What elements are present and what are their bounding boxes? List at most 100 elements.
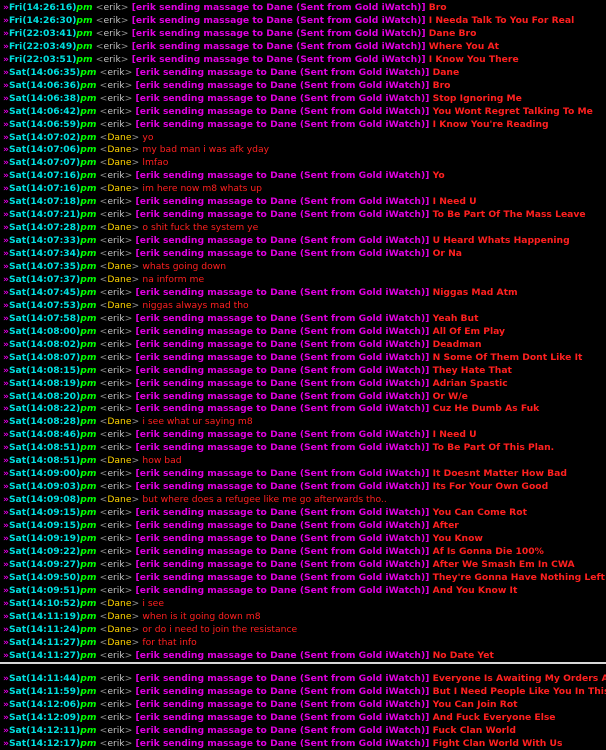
message-text: Fight Clan World With Us xyxy=(432,737,563,749)
timestamp: (14:12:09) xyxy=(26,711,81,723)
pm-marker: pm xyxy=(80,79,97,91)
sender-name: erik xyxy=(107,685,125,697)
bracket-close: > xyxy=(124,584,133,596)
timestamp: (14:08:46) xyxy=(26,429,81,441)
bracket-close: > xyxy=(131,610,140,622)
day-label: Sat xyxy=(8,558,27,570)
day-label: Sat xyxy=(8,649,27,661)
message-text: na inform me xyxy=(142,273,205,285)
timestamp: (14:07:45) xyxy=(26,286,81,298)
day-label: Sat xyxy=(8,698,27,710)
relay-tag: [erik sending massage to Dane (Sent from… xyxy=(135,532,430,544)
relay-tag: [erik sending massage to Dane (Sent from… xyxy=(131,53,426,65)
timestamp: (14:07:37) xyxy=(26,273,81,285)
timestamp: (22:03:51) xyxy=(22,53,77,65)
relay-tag: [erik sending massage to Dane (Sent from… xyxy=(135,571,430,583)
sender-name: erik xyxy=(107,711,125,723)
timestamp: (14:09:51) xyxy=(26,584,81,596)
bracket-close: > xyxy=(131,261,140,272)
pm-marker: pm xyxy=(80,584,97,596)
sender-name: erik xyxy=(107,325,125,337)
pm-marker: pm xyxy=(80,364,97,376)
timestamp: (14:07:16) xyxy=(26,183,81,195)
chat-line: »Sat(14:07:06)pm <Dane> my bad man i was… xyxy=(3,143,269,156)
timestamp: (14:08:51) xyxy=(26,442,81,454)
relay-tag: [erik sending massage to Dane (Sent from… xyxy=(135,558,430,570)
timestamp: (14:06:59) xyxy=(26,118,81,130)
sender-name: Dane xyxy=(107,623,132,635)
message-text: Dane xyxy=(432,66,460,78)
sender-name: Dane xyxy=(107,144,132,156)
relay-tag: [erik sending massage to Dane (Sent from… xyxy=(135,286,430,298)
timestamp: (14:07:18) xyxy=(26,196,81,208)
chat-line: »Sat(14:08:19)pm <erik> [erik sending ma… xyxy=(3,377,508,390)
day-label: Sat xyxy=(8,685,27,697)
timestamp: (14:09:15) xyxy=(26,507,81,519)
message-text: Dane Bro xyxy=(428,27,477,39)
sender-name: erik xyxy=(107,235,125,247)
message-text: You Know xyxy=(432,532,483,544)
chat-line: »Sat(14:11:59)pm <erik> [erik sending ma… xyxy=(3,685,606,698)
sender-name: Dane xyxy=(107,636,132,648)
message-text: But I Need People Like You In This xyxy=(432,685,606,697)
chat-line: »Sat(14:07:58)pm <erik> [erik sending ma… xyxy=(3,312,479,325)
timestamp: (14:07:58) xyxy=(26,312,81,324)
sender-name: erik xyxy=(107,545,125,557)
day-label: Sat xyxy=(8,468,27,480)
pm-marker: pm xyxy=(80,737,97,749)
bracket-close: > xyxy=(124,673,133,684)
chat-line: »Sat(14:08:28)pm <Dane> i see what ur sa… xyxy=(3,415,253,428)
message-text: I Know You're Reading xyxy=(432,118,549,130)
day-label: Sat xyxy=(8,325,27,337)
pm-marker: pm xyxy=(80,481,97,493)
day-label: Sat xyxy=(8,235,27,247)
timestamp: (14:08:20) xyxy=(26,390,81,402)
chat-line: »Sat(14:07:21)pm <erik> [erik sending ma… xyxy=(3,208,586,221)
bracket-close: > xyxy=(124,170,133,182)
message-text: To Be Part Of This Plan. xyxy=(432,442,555,454)
sender-name: erik xyxy=(107,170,125,182)
timestamp: (14:08:02) xyxy=(26,338,81,350)
sender-name: erik xyxy=(107,118,125,130)
pm-marker: pm xyxy=(80,170,97,182)
day-label: Sat xyxy=(8,66,27,78)
bracket-close: > xyxy=(124,545,133,557)
day-label: Sat xyxy=(8,597,27,609)
chat-line: »Sat(14:11:24)pm <Dane> or do i need to … xyxy=(3,623,297,636)
relay-tag: [erik sending massage to Dane (Sent from… xyxy=(135,66,430,78)
message-text: You Can Join Rot xyxy=(432,698,518,710)
bracket-close: > xyxy=(124,429,133,441)
chat-line: »Sat(14:07:16)pm <erik> [erik sending ma… xyxy=(3,169,445,182)
sender-name: erik xyxy=(107,698,125,710)
day-label: Sat xyxy=(8,507,27,519)
message-text: Cuz He Dumb As Fuk xyxy=(432,403,540,415)
day-label: Sat xyxy=(8,92,27,104)
day-label: Sat xyxy=(8,584,27,596)
timestamp: (14:08:15) xyxy=(26,364,81,376)
timestamp: (14:11:24) xyxy=(26,623,81,635)
chat-line: »Sat(14:09:19)pm <erik> [erik sending ma… xyxy=(3,532,483,545)
message-text: After xyxy=(432,520,459,531)
message-text: Af Is Gonna Die 100% xyxy=(432,545,544,557)
message-text: Adrian Spastic xyxy=(432,377,508,389)
sender-name: Dane xyxy=(107,597,132,609)
message-text: You Can Come Rot xyxy=(432,507,527,519)
timestamp: (14:07:28) xyxy=(26,222,81,234)
relay-tag: [erik sending massage to Dane (Sent from… xyxy=(135,507,430,519)
message-text: I Need U xyxy=(432,196,477,208)
pm-marker: pm xyxy=(80,390,97,402)
message-text: or do i need to join the resistance xyxy=(142,623,298,635)
bracket-close: > xyxy=(124,66,133,78)
pm-marker: pm xyxy=(76,27,93,39)
timestamp: (14:11:19) xyxy=(26,610,81,622)
chat-line: »Sat(14:08:02)pm <erik> [erik sending ma… xyxy=(3,338,482,351)
sender-name: erik xyxy=(107,351,125,363)
timestamp: (14:08:22) xyxy=(26,403,81,415)
sender-name: erik xyxy=(107,377,125,389)
chat-line: »Sat(14:12:11)pm <erik> [erik sending ma… xyxy=(3,724,516,737)
bracket-close: > xyxy=(124,558,133,570)
timestamp: (14:09:22) xyxy=(26,545,81,557)
chat-line: »Sat(14:09:51)pm <erik> [erik sending ma… xyxy=(3,584,517,597)
bracket-close: > xyxy=(124,105,133,117)
message-text: o shit fuck the system ye xyxy=(142,222,259,234)
